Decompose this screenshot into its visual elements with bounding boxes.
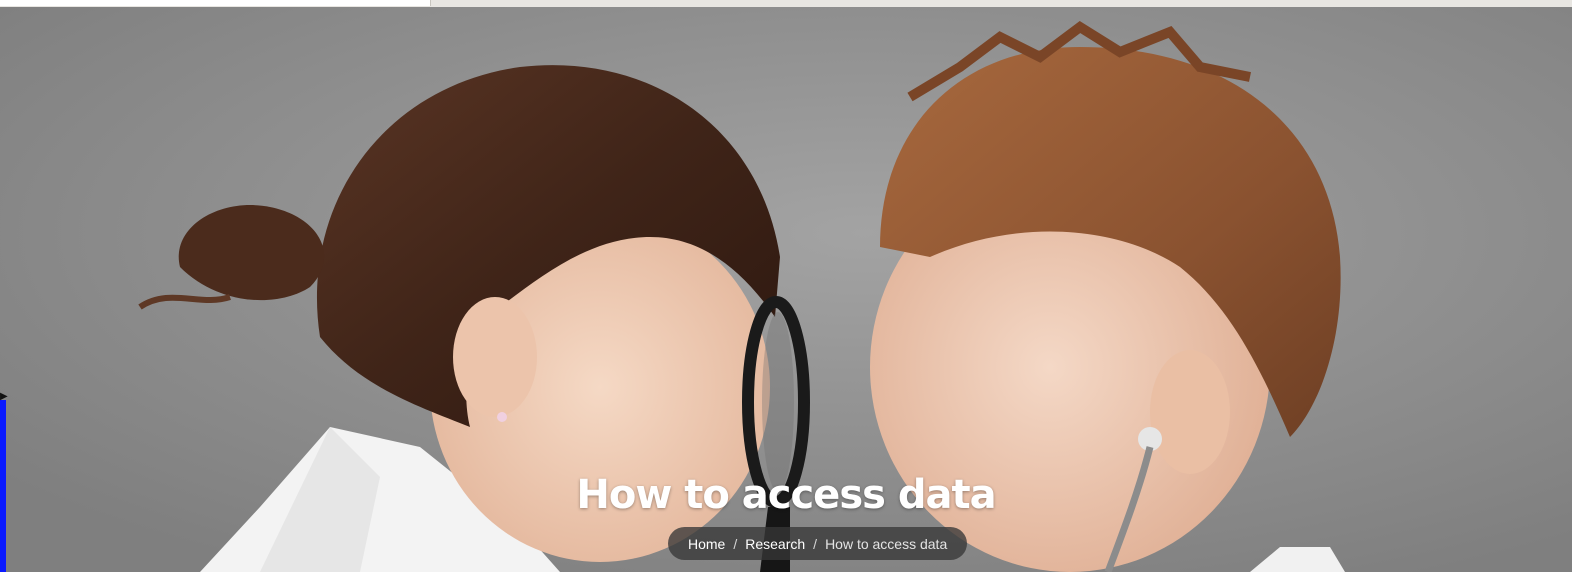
breadcrumb: Home / Research / How to access data [668, 527, 968, 560]
breadcrumb-link-research[interactable]: Research [745, 536, 805, 552]
breadcrumb-separator: / [733, 535, 738, 552]
cursor-icon: ▶ [0, 391, 8, 402]
breadcrumb-link-home[interactable]: Home [688, 536, 725, 552]
left-edge-scroll-indicator [0, 400, 6, 572]
top-strip-left-segment [0, 0, 431, 6]
page-title: How to access data [576, 471, 996, 518]
breadcrumb-current: How to access data [825, 535, 948, 552]
breadcrumb-separator: / [813, 535, 818, 552]
top-strip [0, 0, 1572, 7]
hero-banner: How to access data Home / Research / How… [0, 7, 1572, 572]
